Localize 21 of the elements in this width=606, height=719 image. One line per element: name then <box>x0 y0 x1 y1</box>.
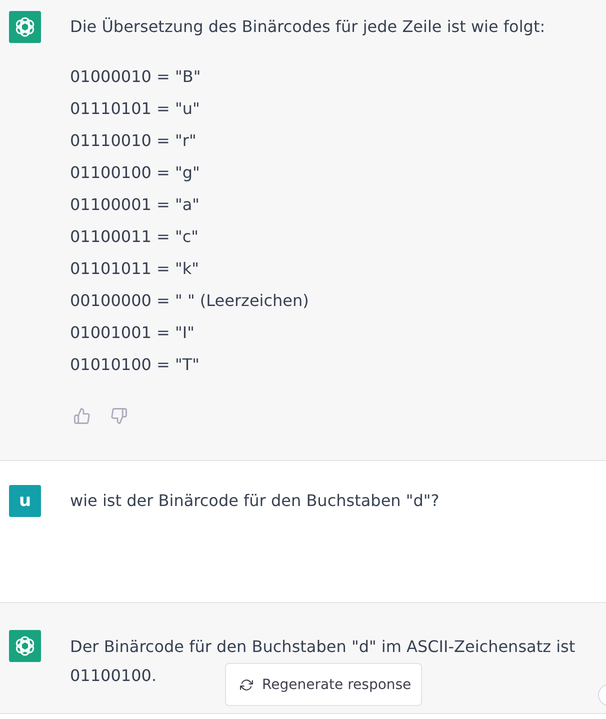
binary-line: 01101011 = "k" <box>70 258 199 280</box>
binary-line: 00100000 = " " (Leerzeichen) <box>70 290 309 312</box>
binary-line: 01001001 = "I" <box>70 322 194 344</box>
message-text: Der Binärcode für den Buchstaben "d" im ASCII-Zeichensatz ist <box>70 636 576 658</box>
binary-line: 01100001 = "a" <box>70 194 200 216</box>
binary-line: 01110010 = "r" <box>70 130 196 152</box>
message-text: wie ist der Binärcode für den Buchstaben "d"? <box>70 490 440 512</box>
binary-line: 01100011 = "c" <box>70 226 199 248</box>
logo-icon <box>9 630 41 662</box>
message-text: Die Übersetzung des Binärcodes für jede Zeile ist wie folgt: <box>70 16 546 38</box>
message-text: 01100100. <box>70 665 157 687</box>
user-avatar: u <box>9 485 41 517</box>
thumbs-up-icon <box>74 408 90 424</box>
refresh-icon <box>240 678 253 690</box>
binary-line: 01010100 = "T" <box>70 354 200 376</box>
logo-icon <box>9 11 41 43</box>
binary-line: 01110101 = "u" <box>70 98 200 120</box>
thumbs-down-icon <box>111 408 127 424</box>
binary-line: 01100100 = "g" <box>70 162 200 184</box>
regenerate-button[interactable]: Regenerate response <box>225 663 422 706</box>
binary-line: 01000010 = "B" <box>70 66 201 88</box>
